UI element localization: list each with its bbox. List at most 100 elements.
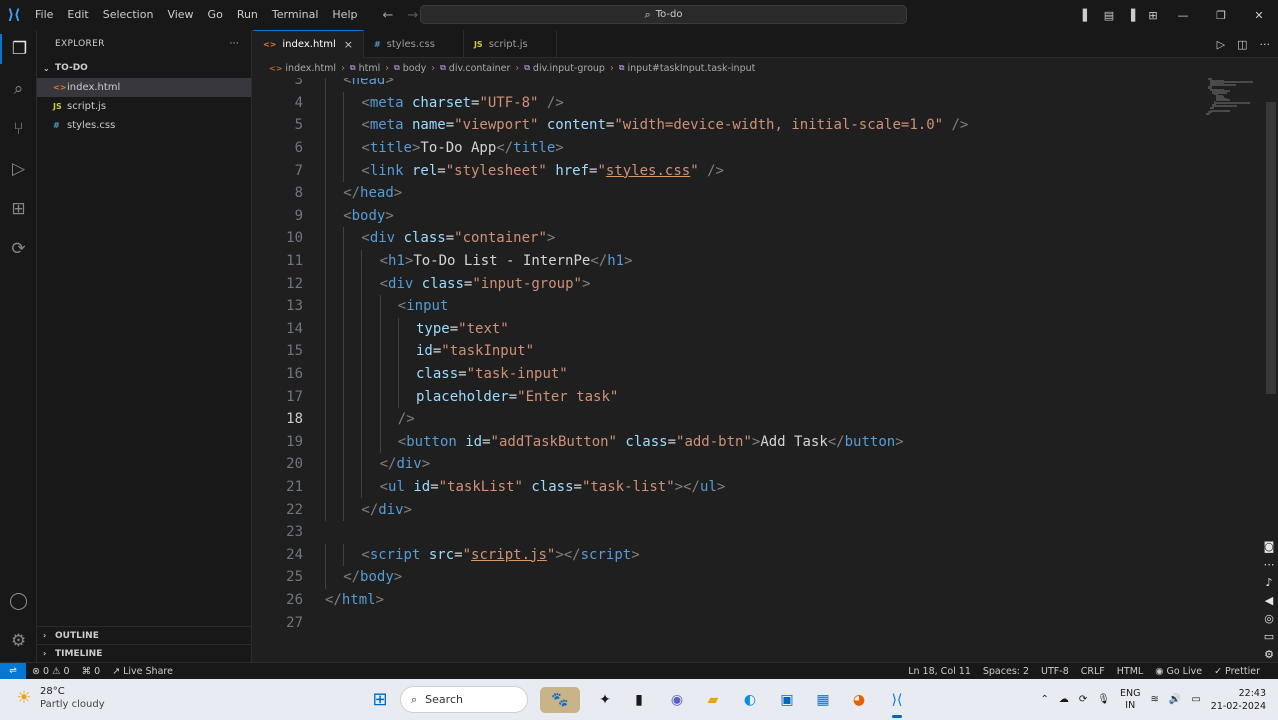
ports-indicator[interactable]: ⌘ 0 [76,666,107,677]
menu-file[interactable]: File [28,0,60,30]
code-line[interactable]: 9 <body> [253,204,1213,228]
breadcrumb-item[interactable]: div.container [449,63,511,74]
code-line[interactable]: 25 </body> [253,566,1213,589]
language-mode[interactable]: HTML [1111,666,1149,677]
breadcrumb-item[interactable]: div.input-group [533,63,605,74]
encoding[interactable]: UTF-8 [1035,666,1075,677]
menu-run[interactable]: Run [230,0,265,30]
problems-indicator[interactable]: ⊗ 0 ⚠ 0 [26,666,76,677]
back-arrow-icon[interactable]: ← [382,8,393,23]
task-view-icon[interactable]: ▮ [626,687,652,713]
code-line[interactable]: 13 <input [253,295,1213,318]
teams-chat-icon[interactable]: ◉ [664,687,690,713]
code-line[interactable]: 21 <ul id="taskList" class="task-list"></… [253,475,1213,499]
sync-icon[interactable]: ⟳ [1079,694,1087,705]
file-script-js[interactable]: JS script.js [37,97,251,116]
accounts-icon[interactable]: ◯ [0,586,37,616]
toggle-panel-icon[interactable]: ▤ [1098,9,1120,22]
command-center[interactable]: ⌕ To-do [420,5,907,24]
run-icon[interactable]: ▷ [1217,38,1225,51]
run-debug-icon[interactable]: ▷ [0,154,37,184]
code-line[interactable]: 23 [253,521,1213,544]
manage-gear-icon[interactable]: ⚙ [0,626,37,656]
code-line[interactable]: 5 <meta name="viewport" content="width=de… [253,114,1213,137]
menu-go[interactable]: Go [201,0,230,30]
breadcrumb-item[interactable]: index.html [285,63,336,74]
volume-icon[interactable]: 🔊 [1169,694,1181,705]
more-actions-icon[interactable]: ··· [230,39,239,49]
windows-start-icon[interactable]: ⊞ [370,689,390,710]
cursor-position[interactable]: Ln 18, Col 11 [902,666,977,677]
code-line[interactable]: 8 </head> [253,182,1213,205]
webcam-icon[interactable]: ◎ [1264,612,1274,625]
remote-indicator-icon[interactable]: ⇌ [0,662,26,680]
vertical-scrollbar[interactable] [1266,102,1276,394]
code-editor[interactable]: 3 <head> 4 <meta charset="UTF-8" /> 5 <meta n… [253,78,1278,662]
tab-styles-css[interactable]: # styles.css [364,30,464,58]
remote-explorer-icon[interactable]: ⟳ [0,234,37,264]
folder-todo[interactable]: ⌄ TO-DO [37,58,251,78]
breadcrumb-item[interactable]: input#taskInput.task-input [627,63,755,74]
maximize-icon[interactable]: ❐ [1202,9,1240,22]
tab-script-js[interactable]: JS script.js [464,30,557,58]
explorer-icon[interactable]: ❐ [0,34,37,64]
breadcrumb-item[interactable]: html [359,63,381,74]
menu-edit[interactable]: Edit [60,0,95,30]
code-line[interactable]: 19 <button id="addTaskButton" class="add-… [253,430,1213,454]
breadcrumb-item[interactable]: body [403,63,427,74]
split-editor-icon[interactable]: ◫ [1237,38,1247,51]
menu-selection[interactable]: Selection [96,0,161,30]
file-styles-css[interactable]: # styles.css [37,116,251,135]
code-line[interactable]: 12 <div class="input-group"> [253,272,1213,295]
more-dots-icon[interactable]: ⋯ [1264,558,1275,571]
code-line[interactable]: 27 [253,611,1213,634]
forward-arrow-icon[interactable]: → [407,8,418,23]
more-actions-icon[interactable]: ··· [1260,38,1271,51]
camera-icon[interactable]: ◙ [1264,540,1275,553]
close-window-icon[interactable]: ✕ [1240,9,1278,22]
store-icon[interactable]: ▣ [774,687,800,713]
file-explorer-icon[interactable]: ▰ [700,687,726,713]
code-line[interactable]: 17 placeholder="Enter task" [253,385,1213,408]
code-line[interactable]: 24 <script src="script.js"></script> [253,543,1213,567]
minimize-icon[interactable]: — [1164,9,1202,22]
speaker-icon[interactable]: ◀ [1265,594,1273,607]
code-line[interactable]: 11 <h1>To-Do List - InternPe</h1> [253,249,1213,273]
toggle-primary-sidebar-icon[interactable]: ▌ [1076,9,1098,22]
code-line[interactable]: 4 <meta charset="UTF-8" /> [253,91,1213,115]
chevron-up-icon[interactable]: ⌃ [1041,694,1049,705]
customize-layout-icon[interactable]: ⊞ [1142,9,1164,22]
code-line[interactable]: 7 <link rel="stylesheet" href="styles.css… [253,159,1213,182]
indentation[interactable]: Spaces: 2 [977,666,1035,677]
firefox-icon[interactable]: ◕ [846,687,872,713]
clock[interactable]: 22:43 21-02-2024 [1211,687,1266,713]
extensions-icon[interactable]: ⊞ [0,194,37,224]
edge-icon[interactable]: ◐ [737,687,763,713]
code-line[interactable]: 14 type="text" [253,317,1213,341]
mic-icon[interactable]: ♪ [1265,576,1272,589]
tab-index-html[interactable]: <> index.html × [253,30,364,58]
code-line[interactable]: 18 /> [253,408,1213,431]
code-line[interactable]: 16 class="task-input" [253,362,1213,386]
end-of-line[interactable]: CRLF [1075,666,1111,677]
window-icon[interactable]: ▭ [1264,630,1274,643]
live-share-button[interactable]: ↗ Live Share [106,666,179,677]
toggle-secondary-sidebar-icon[interactable]: ▐ [1120,9,1142,22]
vscode-taskbar-icon[interactable]: ⟩⟨ [884,687,910,718]
menu-terminal[interactable]: Terminal [265,0,326,30]
wifi-icon[interactable]: ≋ [1150,694,1158,705]
minimap[interactable] [1206,78,1254,118]
close-icon[interactable]: × [344,38,353,51]
code-line[interactable]: 10 <div class="container"> [253,227,1213,250]
language-indicator[interactable]: ENG IN [1120,688,1140,712]
menu-view[interactable]: View [160,0,200,30]
source-control-icon[interactable]: ⑂ [0,114,37,144]
outline-section[interactable]: › OUTLINE [37,626,252,644]
go-live-button[interactable]: ◉ Go Live [1149,666,1208,677]
menu-help[interactable]: Help [325,0,364,30]
search-view-icon[interactable]: ⌕ [0,74,37,104]
copilot-icon[interactable]: ✦ [592,687,618,713]
battery-icon[interactable]: ▭ [1191,694,1200,705]
cloud-icon[interactable]: ☁ [1059,694,1069,705]
settings-gear-icon[interactable]: ⚙ [1264,648,1274,661]
